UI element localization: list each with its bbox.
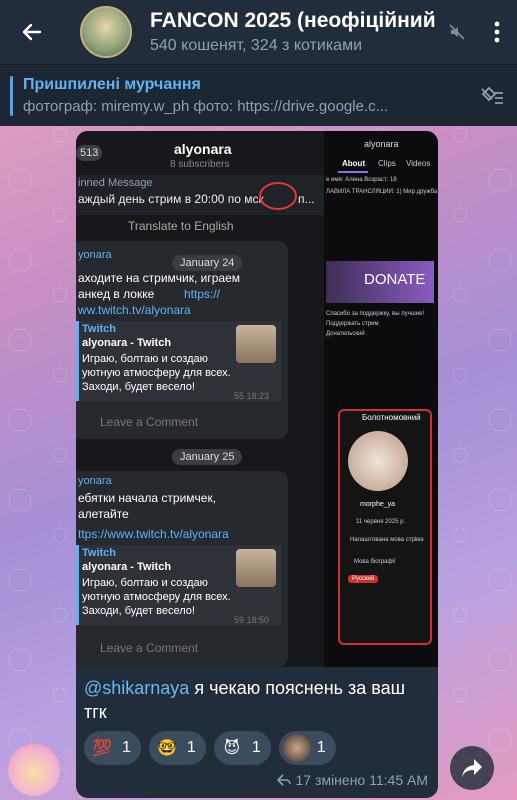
reaction-count: 1 [316,739,326,756]
ss2-channel-name: alyonara [364,139,399,149]
custom-sticker-emoji-icon [282,734,311,762]
muted-icon [437,23,477,41]
ss-msg1-link: https:// [184,287,221,301]
message-bubble[interactable]: 513 alyonara 8 subscribers inned Message… [76,131,438,798]
pinned-body: фотограф: miremy.w_ph фото: https://driv… [23,98,389,115]
ss2-tab-about: About [342,159,366,168]
devil-emoji-icon: 😈 [223,740,241,757]
reactions-row: 💯 1 🤓 1 😈 1 1 [84,731,336,765]
pinned-title: Пришпилені мурчання [23,76,201,93]
ss2-tab-videos: Videos [406,159,431,168]
reaction-count: 1 [186,739,196,756]
ss-preview2-line2: уютную атмосферу для всех. [82,591,231,603]
reply-arrow-icon [277,774,292,786]
channel-avatar[interactable] [80,6,132,58]
ss-preview-line1: Играю, болтаю и создаю [82,353,208,365]
unpin-button[interactable] [467,85,517,107]
message-caption: @shikarnaya я чекаю пояснень за ваш тгк [84,676,430,724]
ss-msg1-sender: yonara [78,249,112,261]
ss2-donate-line1: Спасибо за поддержку, вы лучшие! [326,311,424,317]
screenshot-telegram-channel: 513 alyonara 8 subscribers inned Message… [76,131,324,667]
reaction-count: 1 [122,739,131,756]
ss-translate: Translate to English [128,219,234,233]
back-arrow-icon [22,23,42,41]
channel-info[interactable]: FANCON 2025 (неофіційний 540 кошенят, 32… [150,9,437,55]
nerd-emoji-icon: 🤓 [156,740,177,757]
ss-msg1-meta: 55 18:23 [234,391,270,401]
chat-header: FANCON 2025 (неофіційний 540 кошенят, 32… [0,0,517,64]
edited-time: змінено 11:45 AM [315,772,428,788]
ss2-card-name: Болотномовний [362,413,421,422]
ss-date-1: January 24 [172,255,243,271]
channel-title: FANCON 2025 (неофіційний [150,9,436,32]
ss2-about-line2: ЛАВИЛА ТРАНСЛЯЦИИ: 1) Мир дружба [326,189,438,195]
ss-msg1-url: ww.twitch.tv/alyonara [78,303,191,317]
ss-subscribers: 8 subscribers [170,159,230,170]
more-vertical-icon [494,21,500,43]
ss-date-2: January 25 [172,449,243,465]
ss2-tab-clips: Clips [378,159,396,168]
more-menu-button[interactable] [477,21,517,43]
ss2-card-badge: Русский [348,575,379,583]
ss-msg1-line1: аходите на стримчик, играем [78,271,241,285]
ss-preview-site: Twitch [82,323,117,335]
ss-preview2-site: Twitch [82,547,117,559]
sender-avatar[interactable] [8,744,60,796]
ss-preview2-thumb [236,549,276,587]
mention-link[interactable]: @shikarnaya [84,678,189,698]
ss2-about-line1: е имя: Алена Возраст: 18 [326,177,397,183]
ss-msg2-sender: yonara [78,475,112,487]
screenshot-twitch-about: alyonara About Clips Videos е имя: Алена… [324,131,438,667]
share-button[interactable] [450,746,494,790]
ss2-card-bio: Мова біографії [354,559,396,565]
reaction-nerd[interactable]: 🤓 1 [148,731,206,765]
ss-preview2-line1: Играю, болтаю и создаю [82,577,208,589]
reaction-devil[interactable]: 😈 1 [213,731,271,765]
ss-preview-line2: уютную атмосферу для всех. [82,367,231,379]
ss2-donate-line2: Поддержать стрим [326,321,379,327]
reply-count[interactable]: 17 [295,772,311,788]
ss-msg2-line1: ебятки начала стримчек, [78,491,217,505]
ss-msg2-url: ttps://www.twitch.tv/alyonara [78,527,229,541]
channel-subtitle: 540 кошенят, 324 з котиками [150,37,362,54]
ss-preview2-line3: Заходи, будет весело! [82,605,195,617]
ss-comment-1: Leave a Comment [100,415,199,429]
ss-msg2-line2: алетайте [78,507,129,521]
ss2-donate: DONATE [364,271,426,288]
unread-badge: 513 [76,145,103,161]
ss2-card-lang: Налаштована мова стріма [350,537,424,543]
ss-preview-line3: Заходи, будет весело! [82,381,195,393]
ss-pinned-suffix: п... [298,192,315,206]
ss2-donate-line3: Донательский [326,331,365,337]
ss2-card-date: 11 червня 2025 р. [356,519,406,525]
ss-preview-thumb [236,325,276,363]
share-arrow-icon [462,759,482,777]
back-button[interactable] [0,0,64,64]
pin-list-icon [481,86,503,104]
reaction-hundred[interactable]: 💯 1 [84,731,141,765]
hundred-emoji-icon: 💯 [92,740,112,757]
message-photo[interactable]: 513 alyonara 8 subscribers inned Message… [76,131,438,667]
ss-pinned-label: inned Message [78,177,153,189]
reaction-count: 1 [251,739,261,756]
message-meta: 17 змінено 11:45 AM [277,772,428,788]
ss-msg1-line2: анкед в локке [78,287,155,301]
pinned-indicator [10,75,13,116]
ss-preview2-title: alyonara - Twitch [82,561,172,573]
ss-pinned-text: аждый день стрим в 20:00 по мск [78,192,264,206]
ss-preview-title: alyonara - Twitch [82,337,172,349]
ss2-card-user: morphe_ya [360,501,396,508]
reaction-custom[interactable]: 1 [278,731,336,765]
pinned-message-bar[interactable]: Пришпилені мурчання фотограф: miremy.w_p… [0,64,517,126]
ss-msg2-meta: 59 18:50 [234,615,270,625]
ss-comment-2: Leave a Comment [100,641,199,655]
ss-channel-name: alyonara [174,141,232,157]
